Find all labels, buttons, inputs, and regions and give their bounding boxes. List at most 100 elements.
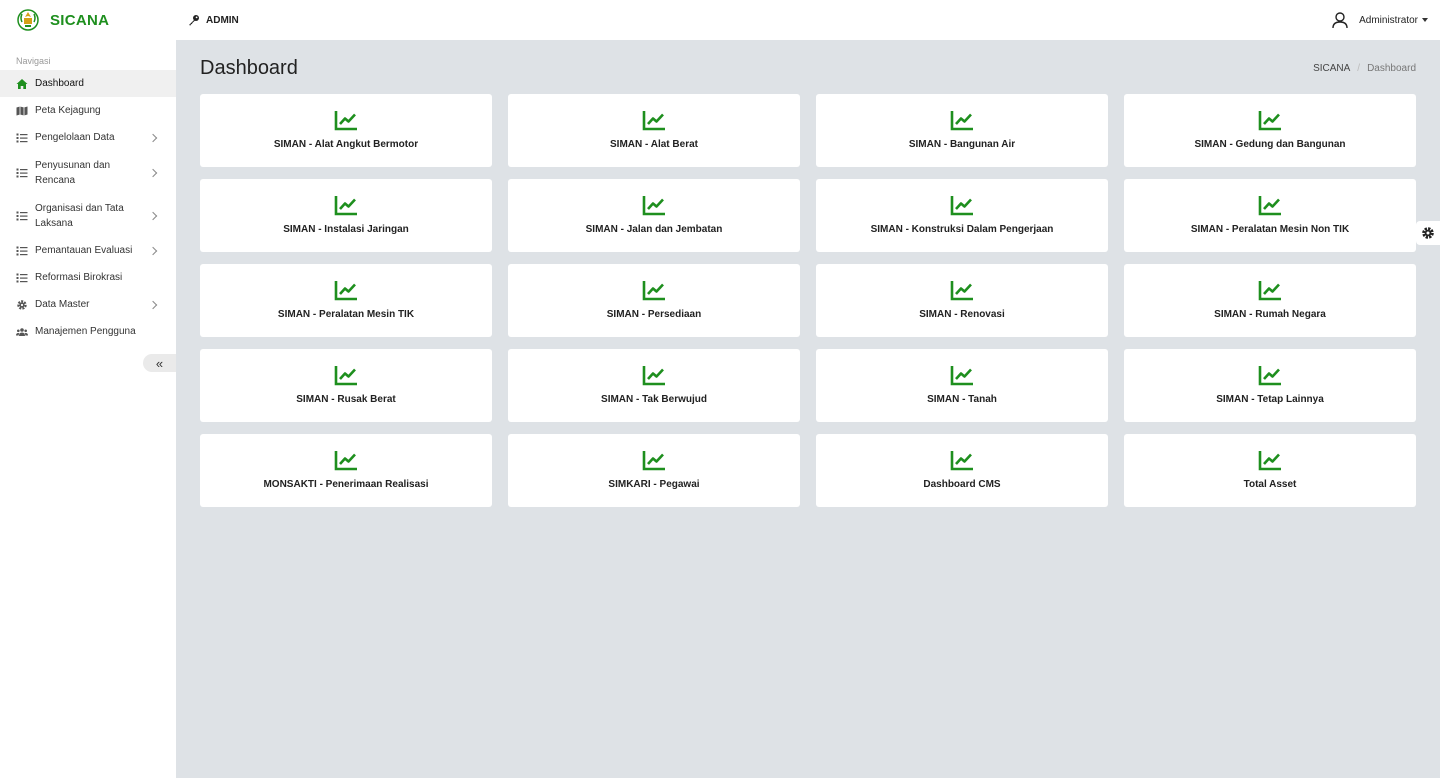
brand[interactable]: SICANA — [0, 0, 176, 40]
gear-icon — [1422, 227, 1434, 239]
nav-header: Navigasi — [16, 56, 51, 66]
line-chart-icon — [950, 366, 973, 386]
dashboard-card[interactable]: SIMAN - Persediaan — [508, 264, 800, 337]
gear-icon — [16, 299, 28, 311]
home-icon — [16, 78, 28, 90]
dashboard-card[interactable]: SIMAN - Bangunan Air — [816, 94, 1108, 167]
sidebar-item-penyusunan-rencana[interactable]: Penyusunan dan Rencana — [0, 151, 176, 194]
chevron-right-icon — [148, 246, 158, 255]
sidebar: Navigasi Dashboard Peta Kejagung Pengelo… — [0, 40, 176, 778]
role-label: ADMIN — [206, 14, 239, 26]
line-chart-icon — [334, 111, 357, 131]
dashboard-card-label: SIMAN - Peralatan Mesin TIK — [277, 309, 415, 320]
dashboard-card[interactable]: SIMAN - Konstruksi Dalam Pengerjaan — [816, 179, 1108, 252]
dashboard-card[interactable]: SIMAN - Peralatan Mesin Non TIK — [1124, 179, 1416, 252]
line-chart-icon — [334, 281, 357, 301]
settings-toggle-button[interactable] — [1416, 221, 1440, 245]
dashboard-card-label: SIMKARI - Pegawai — [608, 479, 700, 490]
breadcrumb: SICANA / Dashboard — [1313, 63, 1416, 74]
line-chart-icon — [642, 451, 665, 471]
line-chart-icon — [642, 366, 665, 386]
dashboard-card-label: Dashboard CMS — [923, 479, 1001, 490]
sidebar-item-pengelolaan-data[interactable]: Pengelolaan Data — [0, 124, 176, 151]
line-chart-icon — [642, 111, 665, 131]
sidebar-item-reformasi-birokrasi[interactable]: Reformasi Birokrasi — [0, 264, 176, 291]
list-icon — [16, 245, 28, 257]
dashboard-card[interactable]: SIMAN - Rumah Negara — [1124, 264, 1416, 337]
dashboard-card-label: MONSAKTI - Penerimaan Realisasi — [263, 479, 429, 490]
dashboard-card-label: SIMAN - Renovasi — [919, 309, 1005, 320]
sidebar-item-dashboard[interactable]: Dashboard — [0, 70, 176, 97]
user-icon — [1332, 12, 1348, 29]
role-indicator: ADMIN — [188, 14, 239, 26]
chevron-right-icon — [148, 168, 158, 177]
line-chart-icon — [1258, 366, 1281, 386]
dashboard-card[interactable]: Total Asset — [1124, 434, 1416, 507]
sidebar-item-peta-kejagung[interactable]: Peta Kejagung — [0, 97, 176, 124]
sidebar-item-data-master[interactable]: Data Master — [0, 291, 176, 318]
line-chart-icon — [1258, 281, 1281, 301]
line-chart-icon — [334, 196, 357, 216]
line-chart-icon — [950, 196, 973, 216]
brand-name: SICANA — [50, 11, 110, 29]
dashboard-card-label: SIMAN - Tanah — [927, 394, 997, 405]
line-chart-icon — [334, 366, 357, 386]
top-bar: SICANA ADMIN Administrator — [0, 0, 1440, 40]
key-icon — [189, 15, 199, 26]
users-icon — [16, 326, 28, 338]
chevron-right-icon — [148, 133, 158, 142]
dashboard-card[interactable]: MONSAKTI - Penerimaan Realisasi — [200, 434, 492, 507]
dashboard-card[interactable]: SIMAN - Instalasi Jaringan — [200, 179, 492, 252]
line-chart-icon — [642, 196, 665, 216]
dashboard-card[interactable]: Dashboard CMS — [816, 434, 1108, 507]
logo-icon — [17, 9, 39, 31]
dashboard-card[interactable]: SIMAN - Alat Berat — [508, 94, 800, 167]
dashboard-card-label: SIMAN - Alat Angkut Bermotor — [273, 139, 419, 150]
list-icon — [16, 272, 28, 284]
sidebar-item-manajemen-pengguna[interactable]: Manajemen Pengguna — [0, 318, 176, 345]
dashboard-card[interactable]: SIMAN - Tak Berwujud — [508, 349, 800, 422]
dashboard-card[interactable]: SIMAN - Rusak Berat — [200, 349, 492, 422]
dashboard-card[interactable]: SIMAN - Tetap Lainnya — [1124, 349, 1416, 422]
chevron-right-icon — [148, 300, 158, 309]
dashboard-card-label: SIMAN - Instalasi Jaringan — [283, 224, 409, 235]
dashboard-card-label: SIMAN - Persediaan — [606, 309, 702, 320]
caret-down-icon — [1422, 18, 1428, 22]
dashboard-card-label: SIMAN - Gedung dan Bangunan — [1194, 139, 1346, 150]
dashboard-card-label: SIMAN - Konstruksi Dalam Pengerjaan — [870, 224, 1054, 235]
chevron-right-icon — [148, 211, 158, 220]
dashboard-card-label: SIMAN - Peralatan Mesin Non TIK — [1190, 224, 1350, 235]
sidebar-item-organisasi-tata-laksana[interactable]: Organisasi dan Tata Laksana — [0, 194, 176, 237]
dashboard-card[interactable]: SIMKARI - Pegawai — [508, 434, 800, 507]
dashboard-card[interactable]: SIMAN - Gedung dan Bangunan — [1124, 94, 1416, 167]
dashboard-card[interactable]: SIMAN - Renovasi — [816, 264, 1108, 337]
breadcrumb-current: Dashboard — [1367, 63, 1416, 74]
dashboard-card-label: SIMAN - Tak Berwujud — [601, 394, 707, 405]
line-chart-icon — [950, 111, 973, 131]
dashboard-card-label: SIMAN - Rusak Berat — [296, 394, 396, 405]
line-chart-icon — [950, 451, 973, 471]
dashboard-card-label: SIMAN - Tetap Lainnya — [1216, 394, 1324, 405]
sidebar-item-pemantauan-evaluasi[interactable]: Pemantauan Evaluasi — [0, 237, 176, 264]
dashboard-card[interactable]: SIMAN - Jalan dan Jembatan — [508, 179, 800, 252]
map-icon — [16, 105, 28, 117]
dashboard-card[interactable]: SIMAN - Peralatan Mesin TIK — [200, 264, 492, 337]
dashboard-card-label: Total Asset — [1243, 479, 1297, 490]
dashboard-card-label: SIMAN - Rumah Negara — [1214, 309, 1326, 320]
dashboard-card[interactable]: SIMAN - Alat Angkut Bermotor — [200, 94, 492, 167]
dashboard-card-label: SIMAN - Bangunan Air — [908, 139, 1016, 150]
line-chart-icon — [1258, 196, 1281, 216]
list-icon — [16, 210, 28, 222]
user-menu[interactable]: Administrator — [1331, 11, 1440, 29]
line-chart-icon — [1258, 111, 1281, 131]
line-chart-icon — [1258, 451, 1281, 471]
dashboard-card[interactable]: SIMAN - Tanah — [816, 349, 1108, 422]
breadcrumb-separator: / — [1357, 63, 1361, 74]
sidebar-collapse-button[interactable]: « — [143, 354, 176, 372]
breadcrumb-link-sicana[interactable]: SICANA — [1313, 63, 1350, 74]
line-chart-icon — [334, 451, 357, 471]
line-chart-icon — [642, 281, 665, 301]
list-icon — [16, 132, 28, 144]
list-icon — [16, 167, 28, 179]
dashboard-card-label: SIMAN - Jalan dan Jembatan — [585, 224, 723, 235]
